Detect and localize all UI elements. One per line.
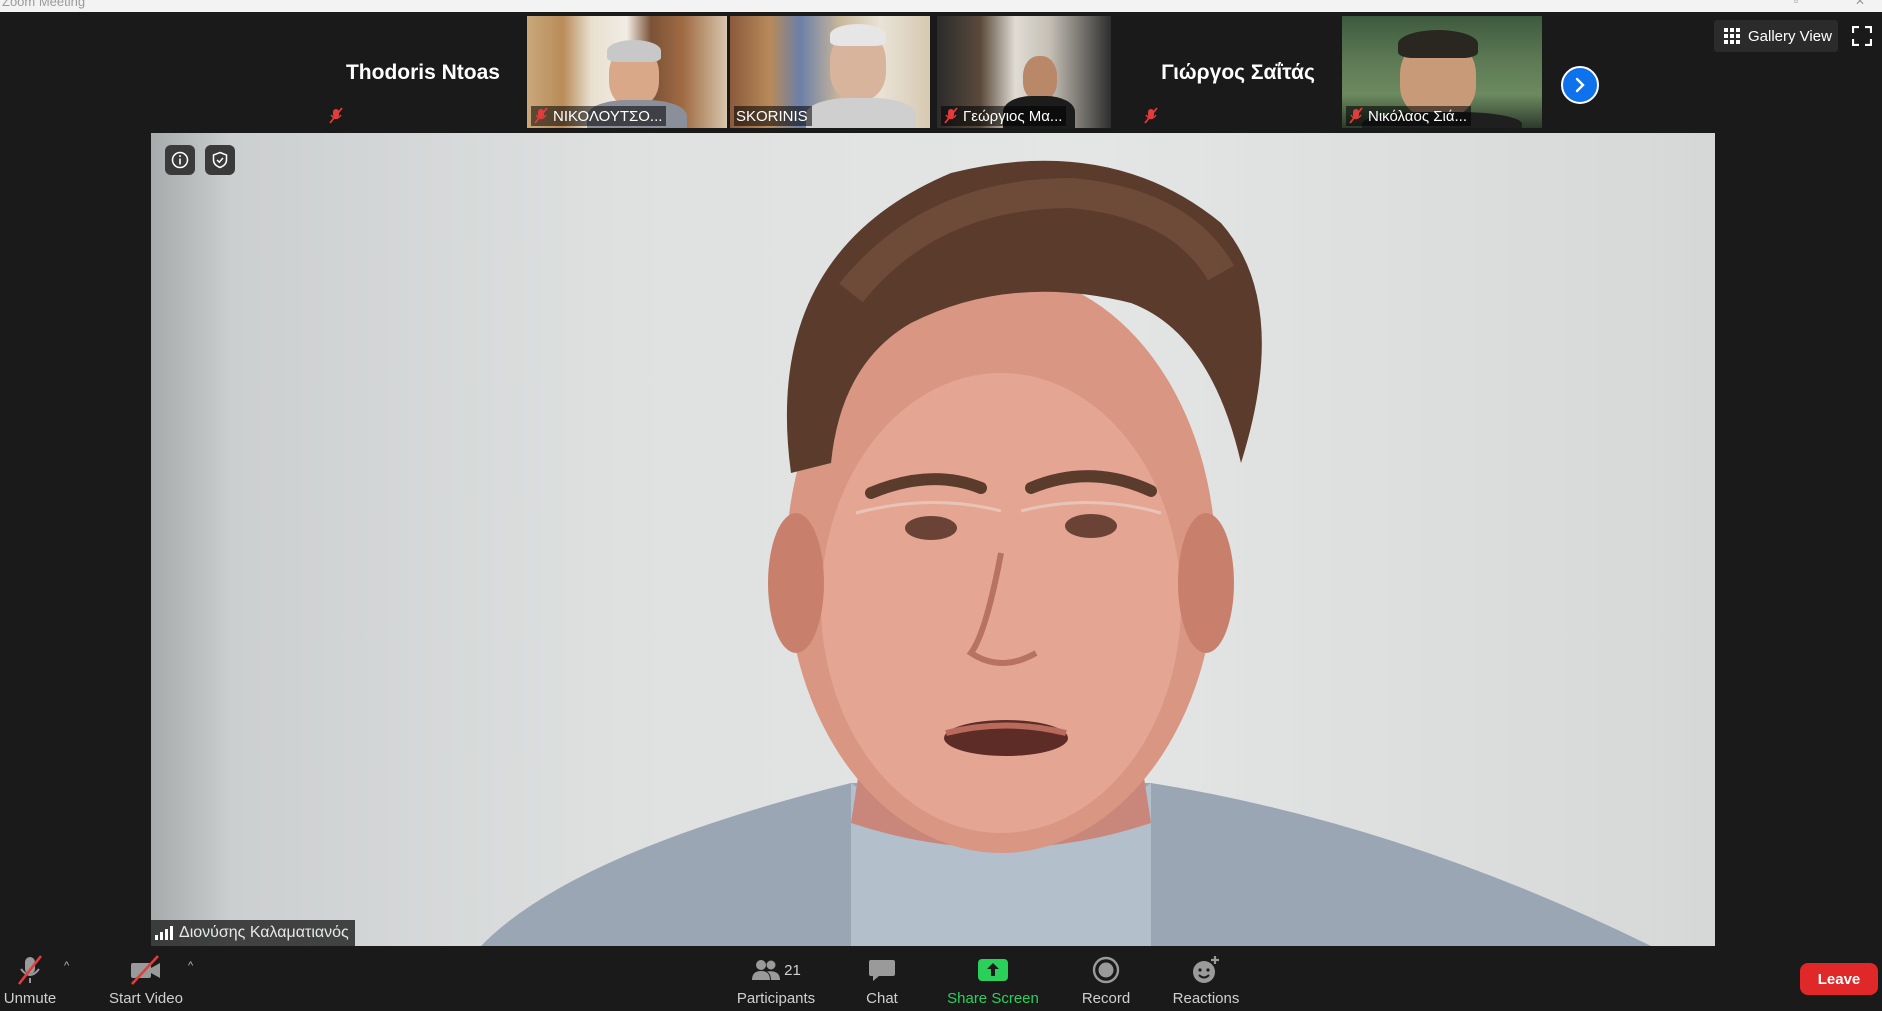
start-video-button[interactable]: Start Video <box>106 952 186 1007</box>
participant-label <box>326 106 348 126</box>
participant-label: Νικόλαος Σιά... <box>1346 106 1472 126</box>
participant-name: Thodoris Ntoas <box>345 61 500 84</box>
video-options-caret[interactable]: ^ <box>188 960 193 972</box>
participants-icon <box>752 960 781 980</box>
participant-tile[interactable]: Γιώργος Σαΐτάς <box>1137 16 1339 128</box>
fullscreen-button[interactable] <box>1851 25 1874 48</box>
speaker-video-figure <box>481 160 1651 946</box>
muted-mic-icon <box>534 107 548 124</box>
record-button[interactable]: Record <box>1078 952 1134 1007</box>
record-label: Record <box>1081 990 1131 1007</box>
window-title: Zoom Meeting <box>2 0 86 9</box>
share-screen-icon <box>978 959 1008 981</box>
unmute-button[interactable]: Unmute <box>2 952 58 1007</box>
participant-label <box>1141 106 1163 126</box>
next-page-button[interactable] <box>1561 66 1599 104</box>
chevron-right-icon <box>1575 77 1585 93</box>
reactions-button[interactable]: Reactions <box>1170 952 1242 1007</box>
leave-button[interactable]: Leave <box>1800 963 1878 995</box>
share-screen-label: Share Screen <box>947 990 1039 1007</box>
chat-icon <box>869 960 895 981</box>
speaker-name-label: Διονύσης Καλαματιανός <box>151 920 355 946</box>
gallery-view-label: Gallery View <box>1748 27 1832 45</box>
chat-button[interactable]: Chat <box>860 952 904 1007</box>
info-icon <box>171 151 189 169</box>
record-icon <box>1092 956 1120 984</box>
muted-mic-icon <box>17 955 43 985</box>
meeting-info-button[interactable] <box>165 145 195 175</box>
participants-count: 21 <box>784 961 801 979</box>
participant-label: SKORINIS <box>734 106 812 126</box>
participant-tile[interactable]: SKORINIS <box>730 16 930 128</box>
participants-button[interactable]: 21 Participants <box>732 952 820 1007</box>
participant-name: SKORINIS <box>736 107 808 125</box>
participants-label: Participants <box>736 990 816 1007</box>
muted-mic-icon <box>944 107 958 124</box>
participant-strip: Thodoris Ntoas ΝΙΚΟΛΟΥΤΣΟ... SKORINIS Γε… <box>0 12 1882 132</box>
participant-name: ΝΙΚΟΛΟΥΤΣΟ... <box>553 107 663 125</box>
active-speaker-video: Διονύσης Καλαματιανός <box>151 133 1715 946</box>
participant-label: Γεώργιος Μα... <box>941 106 1067 126</box>
window-titlebar: Zoom Meeting ▫ ✕ <box>0 0 1882 12</box>
reactions-label: Reactions <box>1172 990 1240 1007</box>
muted-mic-icon <box>1144 107 1158 124</box>
shield-icon <box>212 151 228 169</box>
gallery-view-button[interactable]: Gallery View <box>1714 20 1838 52</box>
chat-label: Chat <box>866 990 898 1007</box>
speaker-name: Διονύσης Καλαματιανός <box>179 924 349 941</box>
close-icon[interactable]: ✕ <box>1855 0 1865 8</box>
grid-icon <box>1724 28 1740 44</box>
video-off-icon <box>131 955 160 985</box>
audio-options-caret[interactable]: ^ <box>64 960 69 972</box>
participant-tile[interactable]: Νικόλαος Σιά... <box>1342 16 1542 128</box>
meeting-info-icons <box>165 145 235 175</box>
restore-icon[interactable]: ▫ <box>1794 0 1798 8</box>
muted-mic-icon <box>329 107 343 124</box>
participant-name: Γιώργος Σαΐτάς <box>1161 61 1315 84</box>
participant-tile[interactable]: Γεώργιος Μα... <box>937 16 1111 128</box>
meeting-toolbar: Unmute ^ Start Video ^ 21 Participants C… <box>0 946 1882 1011</box>
signal-bars-icon <box>155 926 173 940</box>
reactions-icon <box>1193 956 1219 983</box>
participant-tile[interactable]: Thodoris Ntoas <box>322 16 524 128</box>
security-button[interactable] <box>205 145 235 175</box>
participant-name: Γεώργιος Μα... <box>963 107 1063 125</box>
share-screen-button[interactable]: Share Screen <box>946 952 1040 1007</box>
muted-mic-icon <box>1349 107 1363 124</box>
participant-label: ΝΙΚΟΛΟΥΤΣΟ... <box>531 106 667 126</box>
start-video-label: Start Video <box>109 990 183 1007</box>
unmute-label: Unmute <box>3 990 57 1007</box>
fullscreen-icon <box>1851 25 1873 47</box>
participant-name: Νικόλαος Σιά... <box>1368 107 1468 125</box>
participant-tile[interactable]: ΝΙΚΟΛΟΥΤΣΟ... <box>527 16 727 128</box>
